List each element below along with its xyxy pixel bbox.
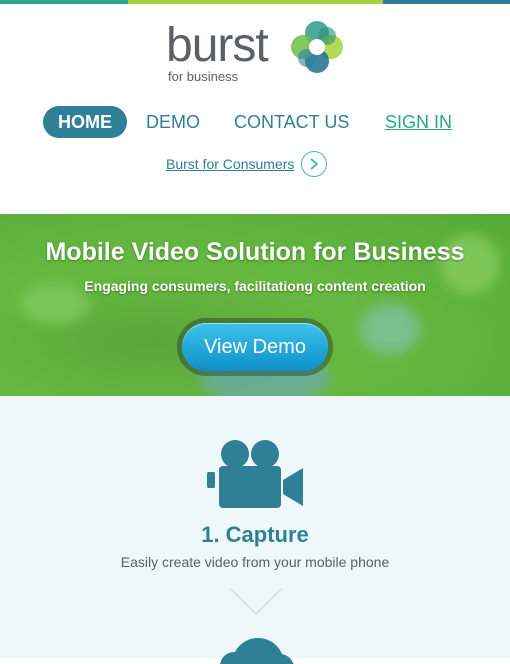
hero-banner: Mobile Video Solution for Business Engag… [0, 214, 510, 396]
main-nav: HOME DEMO CONTACT US SIGN IN [0, 106, 510, 138]
feature-description: Easily create video from your mobile pho… [0, 554, 510, 570]
burst-flower-logo-icon [290, 20, 344, 74]
hero-subtitle: Engaging consumers, facilitationg conten… [0, 278, 510, 294]
feature-title: 1. Capture [0, 522, 510, 548]
chevron-down-icon [230, 588, 282, 616]
view-demo-button-frame: View Demo [177, 318, 333, 376]
logo-word: burst [166, 22, 268, 70]
cloud-icon [210, 634, 300, 664]
top-bar-segment [0, 0, 128, 4]
top-bar-segment [128, 0, 256, 4]
view-demo-button[interactable]: View Demo [182, 323, 328, 371]
video-camera-icon [207, 440, 305, 510]
features-section: 1. Capture Easily create video from your… [0, 396, 510, 658]
nav-demo[interactable]: DEMO [146, 106, 200, 138]
burst-for-consumers-link[interactable]: Burst for Consumers [166, 156, 294, 172]
nav-home[interactable]: HOME [43, 106, 127, 138]
top-color-bar [0, 0, 510, 4]
consumer-link-row: Burst for Consumers [166, 150, 327, 178]
hero-background-blur [360, 304, 420, 354]
top-bar-segment [383, 0, 510, 4]
top-bar-segment [255, 0, 383, 4]
logo[interactable]: burst for business [166, 22, 346, 84]
nav-contact-us[interactable]: CONTACT US [234, 106, 349, 138]
chevron-right-icon[interactable] [301, 151, 327, 177]
nav-sign-in[interactable]: SIGN IN [385, 106, 452, 138]
logo-subtitle: for business [168, 70, 238, 84]
hero-title: Mobile Video Solution for Business [0, 238, 510, 267]
